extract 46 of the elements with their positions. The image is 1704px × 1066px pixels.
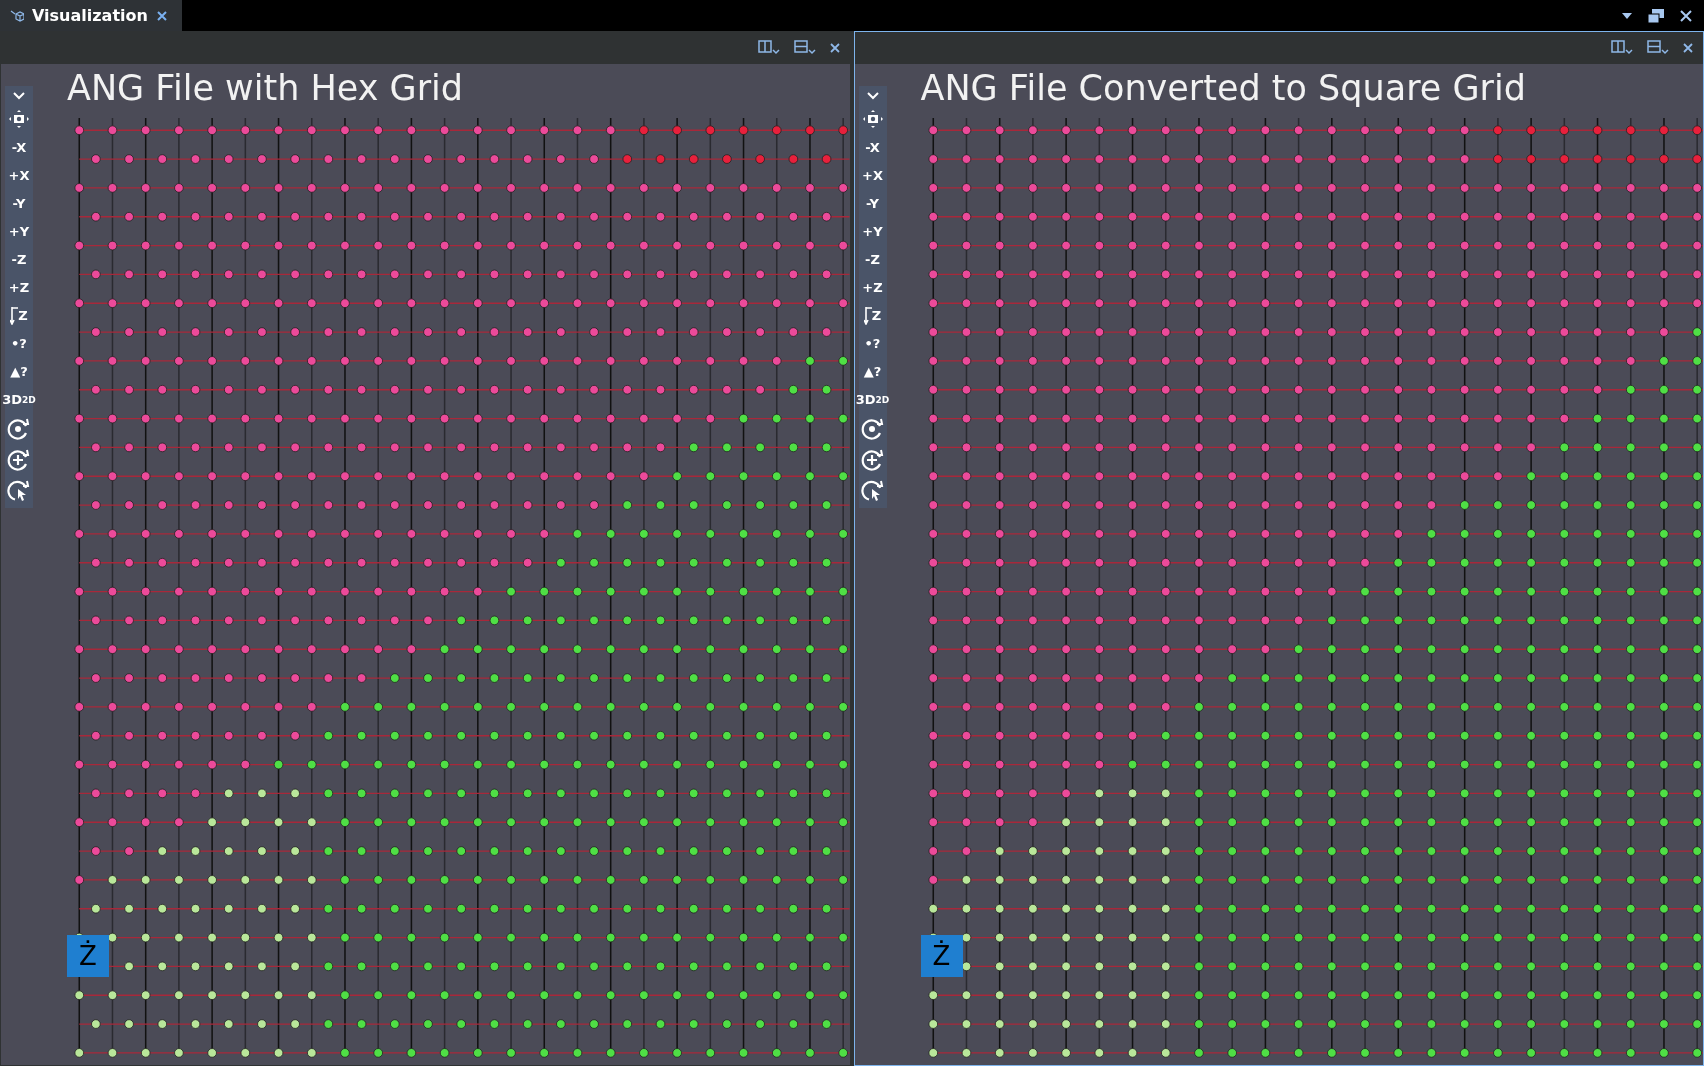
cube-icon [10, 9, 24, 22]
view-button[interactable]: •? [864, 332, 881, 355]
orientation-marker: Ż [920, 935, 963, 977]
rotate-cursor-icon[interactable] [860, 480, 885, 502]
camera-icon[interactable] [8, 109, 30, 129]
view-button[interactable]: -X [865, 136, 880, 159]
close-icon[interactable] [1683, 43, 1693, 53]
split-horizontal-icon[interactable] [793, 40, 816, 56]
view-title: ANG File Converted to Square Grid [920, 68, 1527, 108]
dropdown-icon[interactable] [1622, 12, 1632, 19]
view-button[interactable]: ▲? [10, 360, 28, 383]
restore-icon[interactable] [1648, 8, 1664, 23]
view-button[interactable]: +Y [862, 220, 883, 243]
split-vertical-icon[interactable] [757, 40, 780, 56]
chevron-icon[interactable] [866, 92, 879, 100]
view-title: ANG File with Hex Grid [67, 68, 464, 108]
view-button[interactable]: •? [11, 332, 27, 355]
rotate-plus-icon[interactable] [7, 449, 31, 471]
view-button[interactable]: +X [8, 164, 30, 187]
chevron-icon[interactable] [13, 92, 25, 100]
split-vertical-icon[interactable] [1611, 40, 1633, 56]
view-button[interactable]: -Y [12, 192, 26, 215]
axis-z-button[interactable]: Z [10, 304, 28, 327]
view-button[interactable]: ▲? [863, 360, 882, 383]
camera-icon[interactable] [861, 109, 884, 129]
rotate-icon[interactable] [860, 418, 885, 440]
split-horizontal-icon[interactable] [1647, 40, 1669, 56]
view-button[interactable]: -Z [11, 248, 27, 271]
view-button[interactable]: -X [11, 136, 27, 159]
rotate-plus-icon[interactable] [860, 449, 885, 471]
view-button[interactable]: -Y [866, 192, 879, 215]
orientation-marker: Ż [67, 935, 109, 977]
corner-arrow-icon [863, 306, 872, 325]
close-icon[interactable] [155, 9, 168, 22]
axis-z-button[interactable]: Z [863, 304, 882, 327]
visualization-tab[interactable]: Visualization [0, 0, 182, 31]
view-button[interactable]: +Z [8, 276, 30, 299]
view-button[interactable]: +Y [8, 220, 30, 243]
view-button[interactable]: -Z [865, 248, 880, 271]
view-button[interactable]: +X [862, 164, 883, 187]
view-button[interactable]: +Z [862, 276, 883, 299]
close-icon[interactable] [829, 43, 840, 53]
rotate-icon[interactable] [7, 418, 31, 440]
close-icon[interactable] [1680, 9, 1692, 22]
corner-arrow-icon [10, 306, 19, 325]
rotate-cursor-icon[interactable] [7, 480, 31, 502]
